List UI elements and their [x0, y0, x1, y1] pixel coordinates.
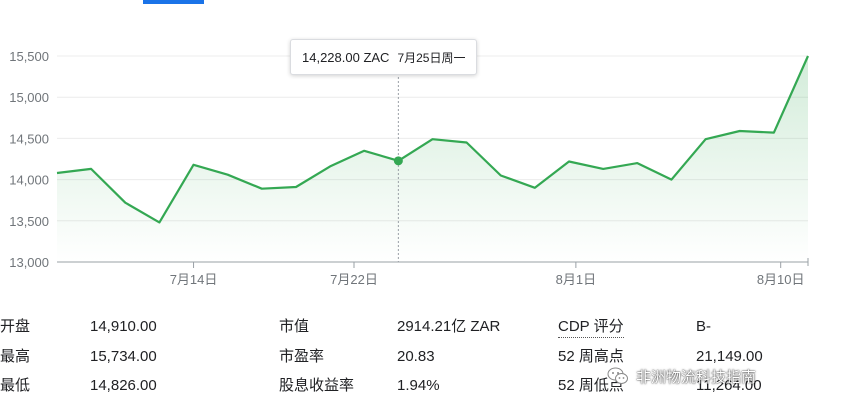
stat-label-pe-ratio: 市盈率 — [279, 348, 325, 365]
ytick-label-0: 15,500 — [9, 49, 49, 64]
stat-label-low: 最低 — [0, 377, 31, 394]
stat-label-open: 开盘 — [0, 318, 31, 335]
stat-value-high: 15,734.00 — [90, 348, 157, 365]
chart-tooltip: 14,228.00 ZAC 7月25日周一 — [290, 39, 478, 75]
ytick-label-3: 14,000 — [9, 173, 49, 188]
stat-value-cdp-score: B- — [696, 318, 711, 335]
stat-value-low: 14,826.00 — [90, 377, 157, 394]
xtick-label-2: 8月1日 — [556, 272, 596, 287]
stat-label-high: 最高 — [0, 348, 31, 365]
xtick-label-1: 7月22日 — [330, 272, 378, 287]
stat-value-pe-ratio: 20.83 — [397, 348, 435, 365]
watermark-text: 非洲物流科技指南 — [636, 367, 757, 386]
ytick-label-4: 13,500 — [9, 214, 49, 229]
ytick-label-1: 15,000 — [9, 90, 49, 105]
watermark: 非洲物流科技指南 — [606, 360, 756, 392]
tooltip-value: 14,228.00 ZAC — [302, 49, 390, 65]
ytick-label-5: 13,000 — [9, 255, 49, 270]
stat-label-market-cap: 市值 — [279, 318, 310, 335]
stat-label-dividend-yield: 股息收益率 — [279, 377, 355, 394]
ytick-label-2: 14,500 — [9, 131, 49, 146]
xtick-label-0: 7月14日 — [170, 272, 218, 287]
xtick-label-3: 8月10日 — [757, 272, 805, 287]
stat-label-cdp-score[interactable]: CDP 评分 — [558, 317, 624, 338]
stat-value-dividend-yield: 1.94% — [397, 377, 440, 394]
hover-point — [393, 156, 403, 166]
stat-value-market-cap: 2914.21亿 ZAR — [397, 318, 501, 335]
wechat-icon — [607, 367, 628, 384]
tooltip-date: 7月25日周一 — [397, 50, 466, 65]
series-area — [57, 56, 808, 262]
stat-value-open: 14,910.00 — [90, 318, 157, 335]
